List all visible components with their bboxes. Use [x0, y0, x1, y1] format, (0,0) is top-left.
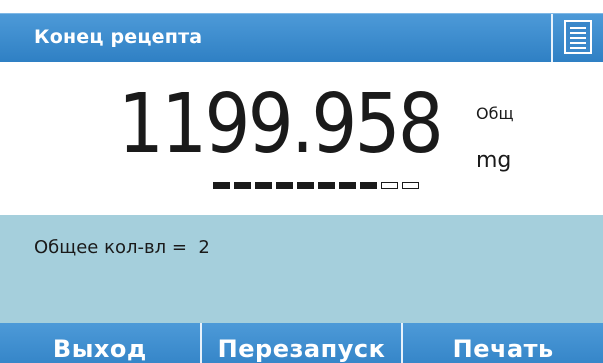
progress-segment [318, 182, 335, 189]
weight-display: 1199.958 Общ mg [0, 62, 603, 215]
progress-segment [381, 182, 398, 189]
progress-segment [402, 182, 419, 189]
progress-segment [213, 182, 230, 189]
progress-segment [297, 182, 314, 189]
progress-segment [276, 182, 293, 189]
progress-segment [234, 182, 251, 189]
print-button[interactable]: Печать [403, 323, 603, 363]
exit-button[interactable]: Выход [0, 323, 202, 363]
progress-segment [255, 182, 272, 189]
weight-unit: mg [476, 148, 512, 173]
menu-button[interactable] [551, 14, 603, 62]
total-count-text: Общее кол-вл = 2 [34, 237, 210, 258]
scale-screen: Конец рецепта 1199.958 Общ mg Общее кол-… [0, 0, 603, 363]
restart-button[interactable]: Перезапуск [201, 323, 404, 363]
title-bar: Конец рецепта [0, 13, 603, 63]
weight-value: 1199.958 [118, 77, 444, 172]
action-bar: Выход Перезапуск Печать [0, 323, 603, 363]
weight-mode-label: Общ [476, 104, 514, 123]
progress-segment [339, 182, 356, 189]
stability-progress-bar [213, 182, 419, 191]
page-title: Конец рецепта [34, 26, 203, 48]
progress-segment [360, 182, 377, 189]
info-panel: Общее кол-вл = 2 [0, 215, 603, 323]
document-list-icon [564, 20, 592, 54]
